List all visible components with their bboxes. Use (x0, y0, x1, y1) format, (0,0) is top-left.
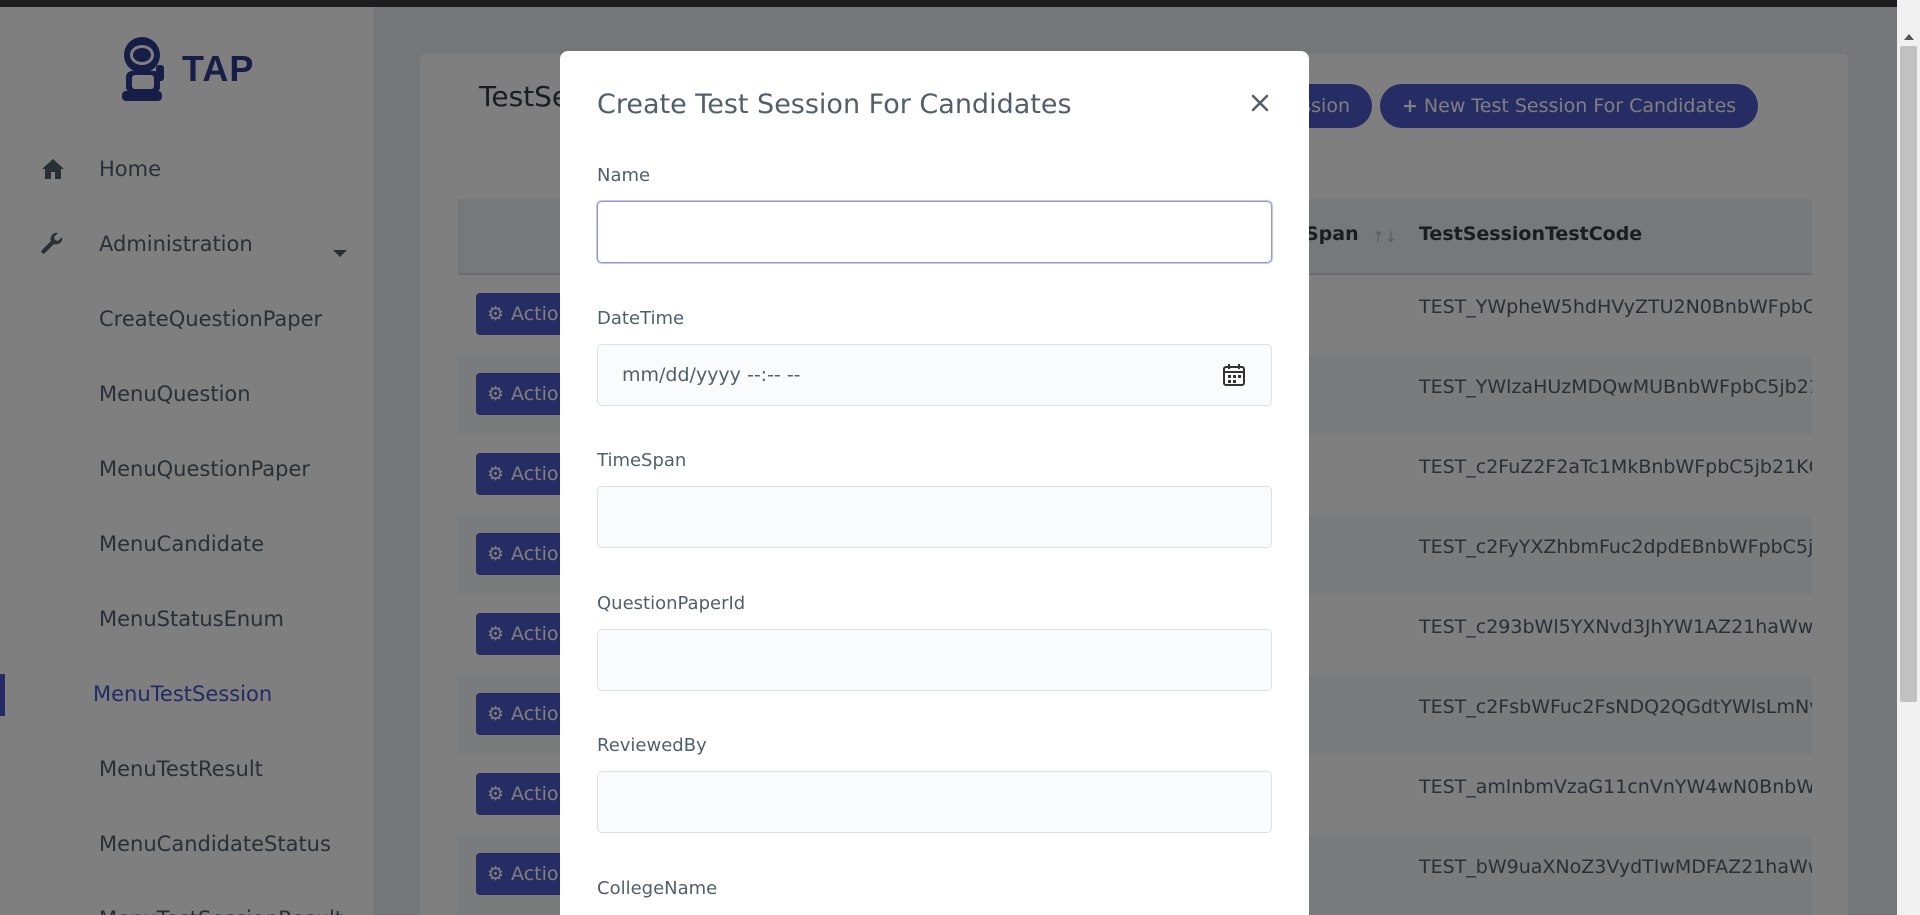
datetime-placeholder: mm/dd/yyyy --:-- -- (622, 364, 801, 386)
college-name-label: CollegeName (597, 878, 718, 899)
name-input[interactable] (597, 201, 1272, 263)
question-paper-id-input[interactable] (597, 629, 1272, 691)
reviewed-by-label: ReviewedBy (597, 735, 707, 756)
timespan-input[interactable] (597, 486, 1272, 548)
modal-title: Create Test Session For Candidates (597, 89, 1072, 120)
datetime-input[interactable]: mm/dd/yyyy --:-- -- (597, 344, 1272, 406)
scrollbar-thumb[interactable] (1900, 46, 1917, 702)
timespan-label: TimeSpan (597, 450, 687, 471)
reviewed-by-input[interactable] (597, 771, 1272, 833)
question-paper-id-label: QuestionPaperId (597, 593, 746, 614)
datetime-label: DateTime (597, 308, 685, 329)
scroll-up-arrow-icon[interactable] (1904, 34, 1914, 40)
name-label: Name (597, 165, 651, 186)
close-icon[interactable] (1245, 88, 1275, 118)
calendar-icon[interactable] (1221, 362, 1247, 388)
